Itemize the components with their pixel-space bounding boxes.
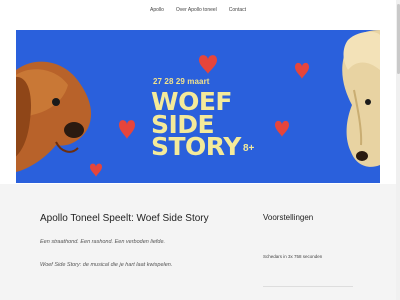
content-area: Apollo Toneel Speelt: Woef Side Story Ee…: [0, 184, 396, 300]
heart-icon: [295, 62, 309, 79]
article-title: Apollo Toneel Speelt: Woef Side Story: [40, 213, 209, 224]
nav-item-over-apollo-toneel[interactable]: Over Apollo toneel: [176, 7, 217, 13]
sidebar-item-performance[interactable]: Schedars in 3x 758 seconden: [263, 254, 322, 259]
article-paragraph-2: Woef Side Story: de musical die je hart …: [40, 262, 173, 268]
article-paragraph-1: Een straathond. Een rashond. Een verbode…: [40, 239, 166, 245]
hero-dates: 27 28 29 maart: [153, 77, 210, 86]
sidebar-title: Voorstellingen: [263, 213, 314, 222]
heart-icon: [119, 120, 135, 139]
heart-icon: [199, 55, 217, 74]
page-scrollbar[interactable]: [396, 0, 400, 300]
scrollbar-thumb[interactable]: [396, 4, 400, 74]
heart-icon: [90, 163, 102, 177]
heart-icon: [275, 120, 289, 137]
age-rating: 8+: [243, 143, 255, 154]
nav-item-contact[interactable]: Contact: [229, 7, 246, 13]
top-navigation: Apollo Over Apollo toneel Contact: [0, 0, 396, 20]
fluffy-dog-illustration: [342, 30, 380, 167]
hero-title-line-3: STORY: [151, 132, 241, 161]
nav-item-apollo[interactable]: Apollo: [150, 7, 164, 13]
sidebar-divider: [263, 286, 353, 287]
brown-dog-illustration: [16, 61, 92, 172]
hero-banner: 27 28 29 maart WOEF SIDE STORY 8+: [16, 30, 380, 183]
